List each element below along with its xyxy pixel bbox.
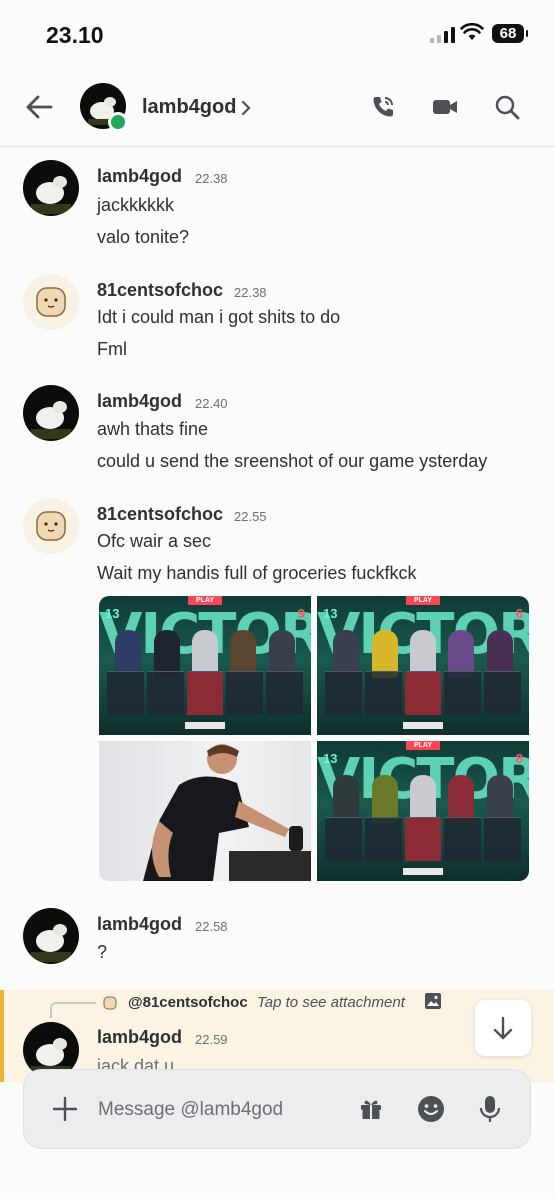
reply-mention[interactable]: @81centsofchoc: [128, 994, 248, 1011]
avatar: [100, 993, 120, 1013]
author-name[interactable]: lamb4god: [97, 1027, 182, 1048]
chat-header: lamb4god: [0, 70, 554, 147]
emoji-icon[interactable]: [417, 1095, 445, 1123]
plus-icon[interactable]: [52, 1096, 78, 1122]
back-arrow-icon[interactable]: [24, 92, 54, 122]
reply-hint[interactable]: Tap to see attachment: [257, 994, 405, 1011]
author-name[interactable]: lamb4god: [97, 166, 182, 187]
battery-indicator: 68: [492, 24, 528, 43]
clock: 23.10: [46, 22, 104, 48]
avatar[interactable]: [23, 908, 79, 964]
online-status-dot: [108, 112, 128, 132]
message-text: Ofc wair a sec: [97, 531, 212, 551]
attachment-image[interactable]: PLAY VICTORY 13 6: [317, 596, 529, 735]
signal-icon: [430, 27, 455, 43]
image-icon: [425, 993, 441, 1009]
author-name[interactable]: 81centsofchoc: [97, 280, 223, 301]
video-call-icon[interactable]: [432, 94, 458, 120]
message-composer: Message @lamb4god: [23, 1069, 531, 1149]
author-name[interactable]: lamb4god: [97, 914, 182, 935]
status-bar: 23.10 68: [0, 0, 554, 70]
arrow-down-icon: [493, 1016, 513, 1040]
scroll-to-bottom-button[interactable]: [475, 1000, 531, 1056]
chevron-right-icon[interactable]: [240, 100, 252, 116]
message-text: ?: [97, 942, 108, 962]
timestamp: 22.59: [195, 1032, 228, 1047]
attachment-image[interactable]: PLAY VICTORY 13 8: [317, 741, 529, 881]
timestamp: 22.58: [195, 919, 228, 934]
timestamp: 22.38: [195, 171, 228, 186]
message-text: Idt i could man i got shits to do: [97, 307, 341, 327]
avatar[interactable]: [23, 160, 79, 216]
message-text: awh thats fine: [97, 419, 209, 439]
message-input[interactable]: Message @lamb4god: [98, 1099, 283, 1121]
gift-icon[interactable]: [358, 1095, 384, 1121]
timestamp: 22.40: [195, 396, 228, 411]
avatar[interactable]: [23, 498, 79, 554]
author-name[interactable]: lamb4god: [97, 391, 182, 412]
attachment-grid: PLAY VICTORY 13 9 PLAY VICTORY 13 6 PLAY: [99, 596, 529, 881]
wifi-icon: [460, 23, 484, 40]
call-icon[interactable]: [370, 94, 396, 120]
channel-name[interactable]: lamb4god: [142, 96, 236, 119]
microphone-icon[interactable]: [479, 1095, 501, 1123]
reply-connector: [50, 1002, 96, 1018]
message-text: valo tonite?: [97, 227, 190, 247]
message-text: Fml: [97, 339, 127, 359]
attachment-image[interactable]: PLAY VICTORY 13 9: [99, 596, 311, 735]
message-text: jackkkkkk: [97, 195, 175, 215]
message-text: Wait my handis full of groceries fuckfkc…: [97, 563, 417, 583]
avatar[interactable]: [23, 274, 79, 330]
author-name[interactable]: 81centsofchoc: [97, 504, 223, 525]
search-icon[interactable]: [494, 94, 520, 120]
timestamp: 22.38: [234, 285, 267, 300]
timestamp: 22.55: [234, 509, 267, 524]
attachment-image[interactable]: [99, 741, 311, 881]
avatar[interactable]: [23, 385, 79, 441]
message-text: could u send the sreenshot of our game y…: [97, 451, 488, 471]
